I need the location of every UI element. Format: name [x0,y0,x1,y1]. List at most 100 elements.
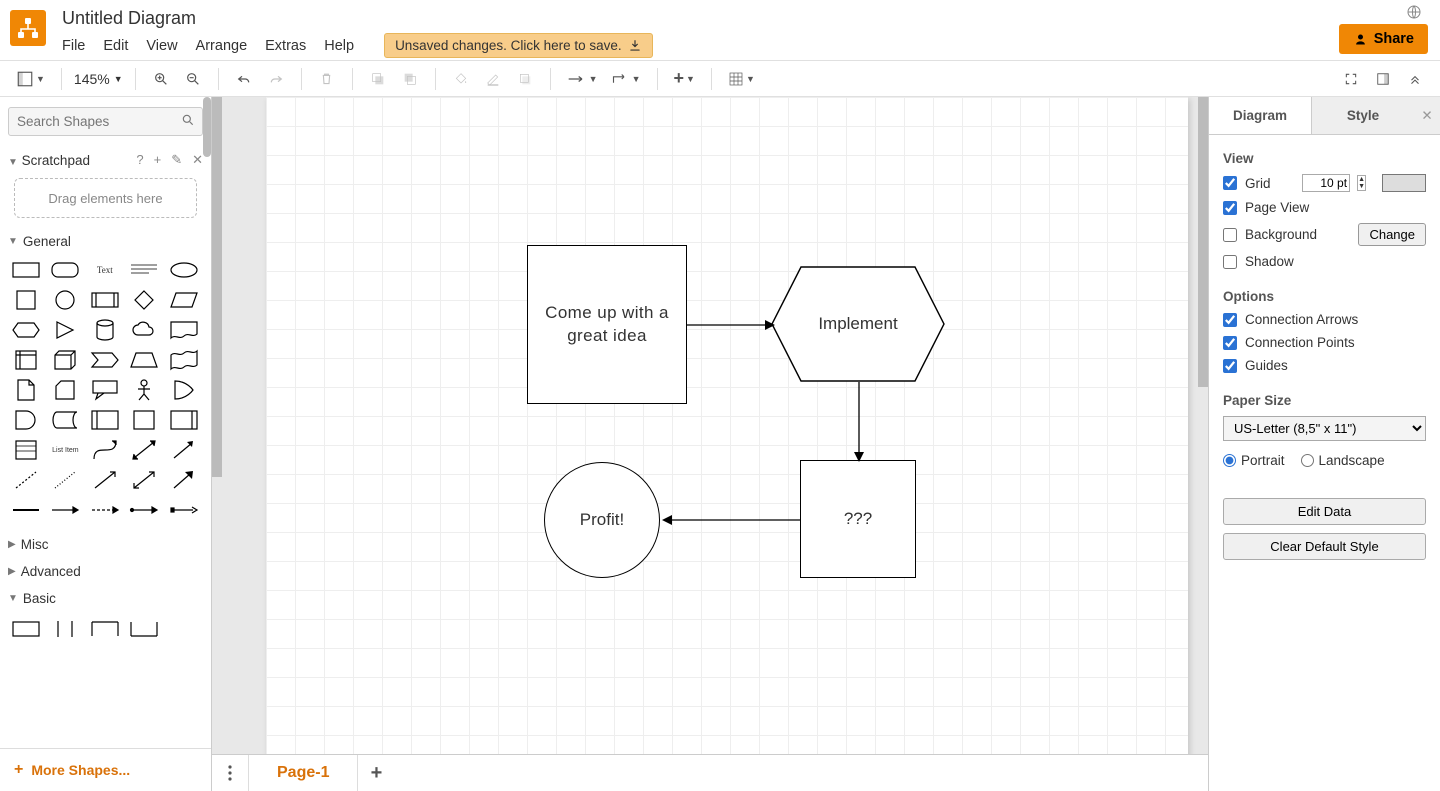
shape-rectangle[interactable] [10,259,42,281]
shape-curly-right[interactable] [168,409,200,431]
connection-style-button[interactable]: ▼ [563,66,602,92]
shape-parallelogram[interactable] [168,289,200,311]
shape-harrow[interactable] [49,499,81,521]
shape-dashed-line[interactable] [10,469,42,491]
change-bg-button[interactable]: Change [1358,223,1426,246]
shape-list2[interactable]: List Item [49,439,81,461]
orientation-landscape[interactable]: Landscape [1301,453,1385,468]
unsaved-banner[interactable]: Unsaved changes. Click here to save. [384,33,653,58]
shape-curve[interactable] [89,439,121,461]
menu-edit[interactable]: Edit [103,38,128,54]
shape-or[interactable] [168,379,200,401]
to-front-button[interactable] [365,66,391,92]
shape-connector1[interactable] [128,499,160,521]
conn-arrows-checkbox[interactable]: Connection Arrows [1223,312,1426,327]
table-button[interactable]: ▼ [724,66,759,92]
redo-button[interactable] [263,66,289,92]
canvas-scroll-right[interactable] [1198,97,1208,387]
node-profit[interactable]: Profit! [544,462,660,578]
shape-line-open[interactable] [89,469,121,491]
scratchpad-header[interactable]: ▼ Scratchpad ? + ✎ ✕ [0,146,211,174]
node-implement[interactable]: Implement [771,266,945,382]
shape-arrow[interactable] [168,439,200,461]
edit-data-button[interactable]: Edit Data [1223,498,1426,525]
shape-circle[interactable] [49,289,81,311]
shape-triangle[interactable] [49,319,81,341]
scratchpad-edit-icon[interactable]: ✎ [171,152,182,168]
more-shapes-button[interactable]: +More Shapes... [0,748,211,791]
delete-button[interactable] [314,66,340,92]
scratchpad-close-icon[interactable]: ✕ [192,152,203,168]
conn-points-checkbox[interactable]: Connection Points [1223,335,1426,350]
canvas[interactable]: Come up with a great idea Implement ??? … [212,97,1208,791]
zoom-display[interactable]: 145%▼ [74,71,123,87]
shape-cylinder[interactable] [89,319,121,341]
grid-step-down[interactable]: ▼ [1358,183,1365,190]
shape-bidir-arrow[interactable] [128,439,160,461]
shape-step[interactable] [89,349,121,371]
pageview-checkbox[interactable]: Page View [1223,200,1426,215]
share-button[interactable]: Share [1339,24,1428,54]
orientation-portrait[interactable]: Portrait [1223,453,1285,468]
shape-cloud[interactable] [128,319,160,341]
edge-question-profit[interactable] [660,513,802,527]
node-idea[interactable]: Come up with a great idea [527,245,687,404]
shape-bidir-open[interactable] [128,469,160,491]
edge-idea-implement[interactable] [687,318,777,332]
shape-text[interactable]: Text [89,259,121,281]
waypoint-style-button[interactable]: ▼ [608,66,645,92]
tab-diagram[interactable]: Diagram [1209,97,1312,134]
paper[interactable]: Come up with a great idea Implement ??? … [266,97,1188,791]
zoom-in-button[interactable] [148,66,174,92]
shape-internal-storage[interactable] [10,349,42,371]
grid-size-input[interactable] [1302,174,1350,192]
view-mode-button[interactable]: ▼ [12,66,49,92]
clear-style-button[interactable]: Clear Default Style [1223,533,1426,560]
shape-document[interactable] [168,319,200,341]
format-panel-button[interactable] [1370,66,1396,92]
document-title[interactable]: Untitled Diagram [62,8,653,33]
shape-actor[interactable] [128,379,160,401]
fill-color-button[interactable] [448,66,474,92]
shape-ellipse[interactable] [168,259,200,281]
shadow-button[interactable] [512,66,538,92]
shape-cube[interactable] [49,349,81,371]
edge-implement-question[interactable] [852,382,866,464]
shape-curly-left[interactable] [89,409,121,431]
shape-diamond[interactable] [128,289,160,311]
fullscreen-button[interactable] [1338,66,1364,92]
shape-connector2[interactable] [168,499,200,521]
insert-button[interactable]: +▼ [670,66,699,92]
shape-rounded-rect[interactable] [49,259,81,281]
basic-shape-3[interactable] [89,618,121,640]
language-icon[interactable] [1406,4,1422,25]
tab-style[interactable]: Style [1312,97,1414,134]
panel-close-icon[interactable]: ✕ [1414,97,1440,134]
collapse-button[interactable] [1402,66,1428,92]
menu-file[interactable]: File [62,38,85,54]
shape-hexagon[interactable] [10,319,42,341]
scratchpad-add-icon[interactable]: + [154,152,162,168]
add-page-button[interactable]: + [358,755,394,791]
paper-size-select[interactable]: US-Letter (8,5" x 11") [1223,416,1426,441]
canvas-scroll-left[interactable] [212,97,222,477]
shape-data-storage[interactable] [49,409,81,431]
shape-list[interactable] [10,439,42,461]
to-back-button[interactable] [397,66,423,92]
pages-menu-button[interactable] [212,755,248,791]
shape-container[interactable] [128,409,160,431]
line-color-button[interactable] [480,66,506,92]
category-basic[interactable]: ▼Basic [0,585,211,612]
menu-arrange[interactable]: Arrange [196,38,248,54]
shape-textbox[interactable] [128,259,160,281]
search-shapes-input[interactable] [8,107,203,136]
scratchpad-dropzone[interactable]: Drag elements here [14,178,197,218]
shape-trapezoid[interactable] [128,349,160,371]
basic-shape-2[interactable] [49,618,81,640]
shadow-checkbox[interactable]: Shadow [1223,254,1426,269]
zoom-out-button[interactable] [180,66,206,92]
grid-color-swatch[interactable] [1382,174,1426,192]
shape-and[interactable] [10,409,42,431]
category-misc[interactable]: ▶Misc [0,531,211,558]
node-question[interactable]: ??? [800,460,916,578]
